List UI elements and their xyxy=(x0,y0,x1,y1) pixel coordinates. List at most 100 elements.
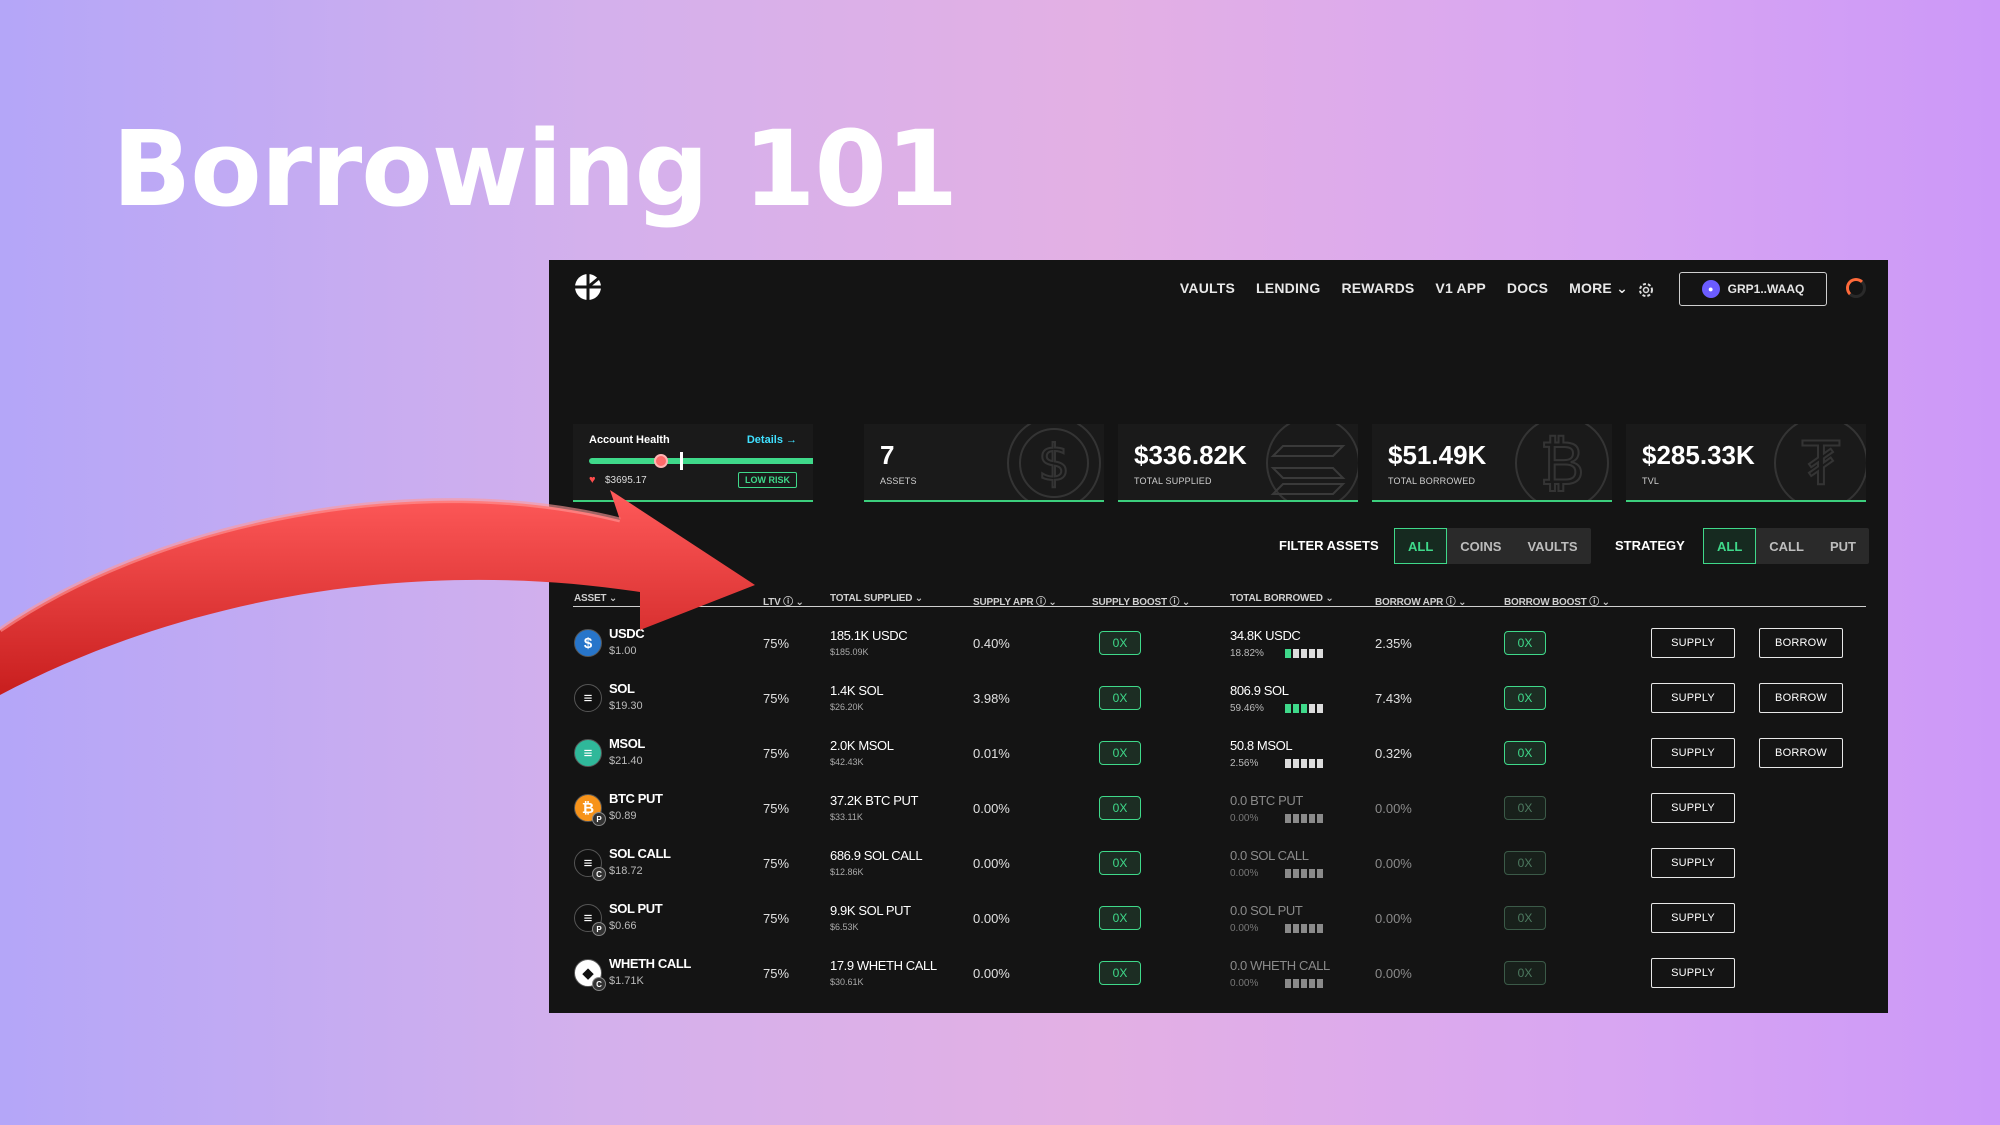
filter-vaults[interactable]: VAULTS xyxy=(1514,528,1590,564)
asset-price: $0.89 xyxy=(609,810,637,822)
borrow-apr-value: 0.00% xyxy=(1375,911,1412,926)
wheth-call-token-icon: ◆ C xyxy=(574,959,606,991)
option-type-badge: C xyxy=(592,977,606,991)
assets-label: ASSETS xyxy=(880,476,917,486)
utilization-value: 0.00% xyxy=(1230,813,1259,824)
utilization-meter xyxy=(1285,924,1323,933)
borrow-button[interactable]: BORROW xyxy=(1759,738,1843,768)
utilization-segment xyxy=(1293,704,1299,713)
borrow-button[interactable]: BORROW xyxy=(1759,628,1843,658)
utilization-segment xyxy=(1285,814,1291,823)
tvl-value: $285.33K xyxy=(1642,440,1755,470)
table-row[interactable]: ≡ MSOL $21.40 75% 2.0K MSOL $42.43K 0.01% 0X 50.… xyxy=(549,726,1888,781)
borrow-button[interactable]: BORROW xyxy=(1759,683,1843,713)
table-row[interactable]: ₿ P BTC PUT $0.89 75% 37.2K BTC PUT $33.11K 0.0… xyxy=(549,781,1888,836)
asset-price: $1.71K xyxy=(609,975,644,987)
health-threshold-tick xyxy=(680,452,683,470)
ltv-value: 75% xyxy=(763,966,790,981)
borrow-boost-badge: 0X xyxy=(1504,741,1546,765)
wallet-button[interactable]: ● GRP1..WAAQ xyxy=(1679,272,1827,306)
total-borrowed-amount: 50.8 MSOL xyxy=(1230,738,1293,753)
total-supplied-amount: 185.1K USDC xyxy=(830,628,908,643)
borrow-boost-badge: 0X xyxy=(1504,631,1546,655)
supply-button[interactable]: SUPPLY xyxy=(1651,683,1735,713)
utilization-segment xyxy=(1293,869,1299,878)
utilization-meter xyxy=(1285,649,1323,658)
nav-more[interactable]: MORE ⌄ xyxy=(1569,280,1628,297)
nav-rewards[interactable]: REWARDS xyxy=(1341,280,1414,297)
option-type-badge: P xyxy=(592,812,606,826)
nav-docs[interactable]: DOCS xyxy=(1507,280,1548,297)
utilization-segment xyxy=(1285,979,1291,988)
total-supplied-usd: $30.61K xyxy=(830,977,864,987)
supply-boost-badge: 0X xyxy=(1099,796,1141,820)
total-borrowed-amount: 34.8K USDC xyxy=(1230,628,1301,643)
total-supplied-usd: $6.53K xyxy=(830,922,859,932)
assets-card: $ 7 ASSETS xyxy=(864,424,1104,502)
utilization-segment xyxy=(1317,924,1323,933)
asset-price: $18.72 xyxy=(609,865,643,877)
total-borrowed-amount: 806.9 SOL xyxy=(1230,683,1289,698)
dollar-coin-icon: $ xyxy=(1007,424,1101,500)
utilization-segment xyxy=(1301,814,1307,823)
col-total-borrowed[interactable]: TOTAL BORROWED ⌄ xyxy=(1230,593,1334,604)
nav-vaults[interactable]: VAULTS xyxy=(1180,280,1235,297)
borrow-boost-badge: 0X xyxy=(1504,906,1546,930)
utilization-segment xyxy=(1293,649,1299,658)
borrow-apr-value: 7.43% xyxy=(1375,691,1412,706)
asset-name: SOL CALL xyxy=(609,846,671,861)
filter-all[interactable]: ALL xyxy=(1394,528,1448,564)
utilization-value: 0.00% xyxy=(1230,923,1259,934)
total-supplied-label: TOTAL SUPPLIED xyxy=(1134,476,1212,486)
strategy-all[interactable]: ALL xyxy=(1703,528,1757,564)
total-supplied-amount: 1.4K SOL xyxy=(830,683,884,698)
strategy-label: STRATEGY xyxy=(1615,538,1685,553)
borrow-apr-value: 0.00% xyxy=(1375,801,1412,816)
total-borrowed-amount: 0.0 SOL CALL xyxy=(1230,848,1309,863)
utilization-segment xyxy=(1285,759,1291,768)
total-supplied-usd: $42.43K xyxy=(830,757,864,767)
utilization-segment xyxy=(1293,814,1299,823)
supply-button[interactable]: SUPPLY xyxy=(1651,793,1735,823)
utilization-meter xyxy=(1285,759,1323,768)
total-supplied-usd: $12.86K xyxy=(830,867,864,877)
utilization-meter xyxy=(1285,869,1323,878)
option-type-badge: C xyxy=(592,867,606,881)
total-borrowed-amount: 0.0 WHETH CALL xyxy=(1230,958,1330,973)
total-supplied-usd: $185.09K xyxy=(830,647,869,657)
nav-lending[interactable]: LENDING xyxy=(1256,280,1320,297)
logo-icon[interactable] xyxy=(573,272,603,302)
utilization-segment xyxy=(1317,869,1323,878)
utilization-segment xyxy=(1301,704,1307,713)
borrow-apr-value: 2.35% xyxy=(1375,636,1412,651)
supply-button[interactable]: SUPPLY xyxy=(1651,958,1735,988)
asset-name: MSOL xyxy=(609,736,645,751)
supply-button[interactable]: SUPPLY xyxy=(1651,848,1735,878)
account-health-title: Account Health xyxy=(589,434,670,446)
table-row[interactable]: ≡ P SOL PUT $0.66 75% 9.9K SOL PUT $6.53K 0.00%… xyxy=(549,891,1888,946)
utilization-segment xyxy=(1285,869,1291,878)
gear-icon[interactable] xyxy=(1636,280,1656,300)
asset-name: WHETH CALL xyxy=(609,956,691,971)
strategy-put[interactable]: PUT xyxy=(1817,528,1869,564)
table-row[interactable]: ≡ C SOL CALL $18.72 75% 686.9 SOL CALL $12.86K… xyxy=(549,836,1888,891)
supply-boost-badge: 0X xyxy=(1099,631,1141,655)
nav-v1-app[interactable]: V1 APP xyxy=(1435,280,1485,297)
supply-button[interactable]: SUPPLY xyxy=(1651,903,1735,933)
utilization-segment xyxy=(1309,759,1315,768)
supply-button[interactable]: SUPPLY xyxy=(1651,628,1735,658)
utilization-value: 0.00% xyxy=(1230,978,1259,989)
option-type-badge: P xyxy=(592,922,606,936)
supply-boost-badge: 0X xyxy=(1099,686,1141,710)
utilization-meter xyxy=(1285,979,1323,988)
details-link[interactable]: Details → xyxy=(747,434,797,446)
svg-text:₮: ₮ xyxy=(1802,429,1840,499)
filter-coins[interactable]: COINS xyxy=(1447,528,1514,564)
health-marker-icon xyxy=(654,454,668,468)
strategy-call[interactable]: CALL xyxy=(1756,528,1817,564)
table-row[interactable]: ◆ C WHETH CALL $1.71K 75% 17.9 WHETH CALL $30.… xyxy=(549,946,1888,1001)
col-total-supplied[interactable]: TOTAL SUPPLIED ⌄ xyxy=(830,593,923,604)
supply-boost-badge: 0X xyxy=(1099,741,1141,765)
utilization-segment xyxy=(1317,759,1323,768)
supply-button[interactable]: SUPPLY xyxy=(1651,738,1735,768)
